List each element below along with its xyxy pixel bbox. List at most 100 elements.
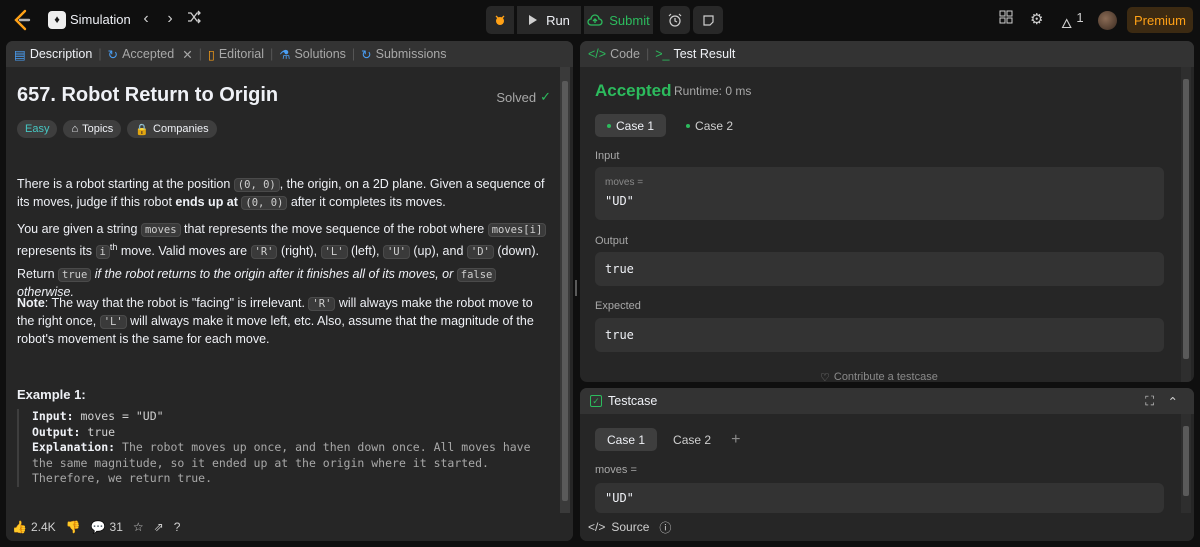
testcase-input[interactable]: "UD" [595, 483, 1164, 513]
solved-indicator: Solved ✓ [496, 89, 551, 105]
streak-counter[interactable]: 🜂 1 [1061, 10, 1084, 36]
description-paragraph-1: There is a robot starting at the positio… [17, 177, 545, 210]
description-panel: ▤ Description | ↻ Accepted ✕ | ▯ Editori… [6, 41, 573, 541]
dislike-button[interactable]: 👎 [66, 520, 81, 534]
run-submit-group: Run Submit [486, 6, 723, 34]
testcase-case-2[interactable]: Case 2 [661, 428, 723, 451]
top-bar: ♦ Simulation ‹ › Run Submit ⚙ 🜂 1 Premiu… [0, 0, 1200, 40]
help-icon: ? [173, 520, 181, 534]
like-button[interactable]: 👍 2.4K [12, 520, 56, 534]
testcase-footer: </> Source ⓘ [580, 513, 1194, 541]
testcase-header: ✓ Testcase ⛶ ⌃ [580, 388, 1194, 414]
companies-tag[interactable]: 🔒 Companies [127, 120, 217, 138]
description-icon: ▤ [14, 47, 26, 62]
expected-box: true [595, 318, 1164, 352]
prev-problem-icon[interactable]: ‹ [137, 10, 155, 28]
streak-count: 1 [1076, 10, 1084, 25]
problem-list-title[interactable]: Simulation [70, 12, 131, 27]
topics-tag[interactable]: ⌂ Topics [63, 120, 122, 138]
comments-button[interactable]: 💬 31 [91, 520, 123, 534]
terminal-icon: >_ [655, 47, 670, 61]
comment-icon: 💬 [90, 520, 106, 534]
result-case-1[interactable]: Case 1 [595, 114, 667, 137]
submissions-icon: ↻ [361, 47, 372, 62]
left-tab-bar: ▤ Description | ↻ Accepted ✕ | ▯ Editori… [6, 41, 573, 67]
heart-icon: ♡ [820, 372, 830, 382]
tab-description[interactable]: ▤ Description [14, 47, 92, 62]
difficulty-badge: Easy [17, 120, 58, 138]
testcase-case-1[interactable]: Case 1 [595, 428, 658, 451]
result-case-2[interactable]: Case 2 [674, 114, 745, 137]
result-status: Accepted [595, 81, 672, 100]
expected-label: Expected [595, 300, 641, 312]
alarm-clock-icon[interactable] [660, 6, 690, 34]
help-button[interactable]: ? [174, 520, 181, 534]
expand-icon[interactable]: ⛶ [1145, 394, 1154, 409]
example-block: Input: moves = "UD" Output: true Explana… [17, 409, 547, 487]
run-label: Run [546, 12, 570, 28]
help-icon[interactable]: ⓘ [659, 519, 671, 536]
problem-tags: Easy ⌂ Topics 🔒 Companies [17, 120, 217, 138]
output-label: Output [595, 235, 629, 247]
play-icon [529, 15, 538, 25]
user-avatar[interactable] [1098, 11, 1117, 30]
add-testcase-button[interactable]: + [731, 431, 740, 449]
debug-icon[interactable] [486, 6, 514, 34]
run-button[interactable]: Run [517, 6, 581, 34]
tag-icon: ⌂ [71, 123, 79, 135]
description-paragraph-2: You are given a string moves that repres… [17, 221, 547, 261]
code-icon: </> [588, 47, 607, 61]
cloud-upload-icon [587, 14, 603, 26]
tab-code[interactable]: </> Code [588, 47, 640, 61]
check-circle-icon: ✓ [540, 89, 551, 104]
star-icon: ☆ [132, 520, 144, 534]
testcase-panel: ✓ Testcase ⛶ ⌃ Case 1 Case 2 + moves = "… [580, 388, 1194, 541]
premium-button[interactable]: Premium [1127, 7, 1193, 33]
notes-icon[interactable] [693, 6, 723, 34]
contribute-testcase-link[interactable]: ♡ Contribute a testcase [820, 371, 938, 382]
shuffle-icon[interactable] [185, 10, 203, 24]
code-icon: </> [588, 520, 606, 534]
submit-button[interactable]: Submit [584, 6, 653, 34]
tab-accepted[interactable]: ↻ Accepted ✕ [108, 47, 193, 62]
result-case-tabs: Case 1 Case 2 [595, 114, 745, 137]
solutions-icon: ⚗ [279, 47, 291, 62]
panel-resize-handle[interactable] [575, 280, 577, 296]
testcase-scrollbar[interactable] [1181, 414, 1191, 513]
problem-list-icon[interactable]: ♦ [48, 11, 66, 29]
tab-test-result[interactable]: >_ Test Result [655, 47, 735, 61]
editorial-icon: ▯ [207, 47, 215, 62]
next-problem-icon[interactable]: › [161, 10, 179, 28]
example-title: Example 1: [17, 387, 86, 402]
tab-editorial[interactable]: ▯ Editorial [208, 47, 264, 62]
tab-submissions[interactable]: ↻ Submissions [361, 47, 446, 62]
description-footer: 👍 2.4K 👎 💬 31 ☆ ⇗ ? [6, 513, 573, 541]
testcase-check-icon: ✓ [590, 395, 602, 407]
runtime-label: Runtime: 0 ms [674, 84, 752, 98]
settings-gear-icon[interactable]: ⚙ [1030, 10, 1043, 28]
close-tab-icon[interactable]: ✕ [182, 47, 192, 62]
test-result-panel: </> Code | >_ Test Result Accepted Runti… [580, 41, 1194, 382]
accepted-icon: ↻ [107, 47, 119, 62]
layout-grid-icon[interactable] [999, 10, 1013, 28]
description-scrollbar[interactable] [560, 67, 570, 513]
source-button[interactable]: Source [611, 520, 649, 534]
right-tab-bar: </> Code | >_ Test Result [580, 41, 1194, 67]
description-note: Note: The way that the robot is "facing"… [17, 296, 534, 346]
fire-icon: 🜂 [1061, 16, 1073, 31]
leetcode-logo[interactable] [11, 9, 33, 31]
share-icon: ⇗ [153, 520, 164, 534]
favorite-button[interactable]: ☆ [133, 520, 144, 534]
thumbs-up-icon: 👍 [12, 520, 27, 534]
testcase-var-label: moves = [595, 464, 637, 476]
testcase-tabs: Case 1 Case 2 + [595, 428, 740, 451]
submit-label: Submit [609, 12, 650, 28]
share-button[interactable]: ⇗ [154, 520, 164, 534]
result-scrollbar[interactable] [1181, 67, 1191, 382]
problem-title: 657. Robot Return to Origin [17, 84, 279, 106]
collapse-chevron-icon[interactable]: ⌃ [1168, 394, 1178, 409]
lock-icon: 🔒 [135, 123, 150, 136]
thumbs-down-icon: 👎 [65, 520, 81, 534]
input-box: moves = "UD" [595, 167, 1164, 220]
tab-solutions[interactable]: ⚗ Solutions [279, 47, 346, 62]
